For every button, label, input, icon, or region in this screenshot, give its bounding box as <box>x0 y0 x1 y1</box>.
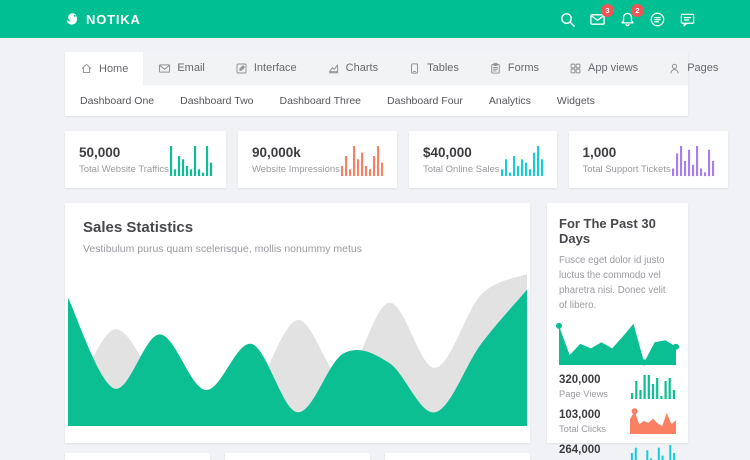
tab-charts[interactable]: Charts <box>312 52 393 84</box>
tab-tables[interactable]: Tables <box>393 52 474 84</box>
summary-stats-list: 320,000 Page Views 103,000 Total Clicks 264,… <box>559 369 676 460</box>
home-icon <box>80 62 93 75</box>
bell-count-badge: 2 <box>631 4 644 17</box>
app-views-icon <box>569 62 582 75</box>
bottom-card-1 <box>65 453 210 460</box>
stat-card-website-impressions: 90,000k Website Impressions <box>238 131 397 188</box>
past-30-days-card: For The Past 30 Days Fusce eget dolor id… <box>547 203 688 443</box>
charts-icon <box>327 62 340 75</box>
subnav-dashboard-four[interactable]: Dashboard Four <box>374 95 476 107</box>
forms-icon <box>489 62 502 75</box>
bottom-card-2 <box>225 453 370 460</box>
chat-icon[interactable] <box>679 11 696 28</box>
tab-label: Email <box>177 62 205 74</box>
tab-email[interactable]: Email <box>143 52 220 84</box>
summary-stat-total-clicks: 103,000 Total Clicks <box>559 404 676 439</box>
sales-statistics-subtitle: Vestibulum purus quam scelerisque, molli… <box>83 243 512 255</box>
traffics-bars-chart <box>169 144 213 176</box>
subnav-dashboard-two[interactable]: Dashboard Two <box>167 95 266 107</box>
stat-label: Total Online Sales <box>423 164 500 175</box>
tab-home[interactable]: Home <box>65 52 143 85</box>
tab-interface[interactable]: Interface <box>220 52 312 84</box>
logo-text: NOTIKA <box>86 12 141 27</box>
search-icon[interactable] <box>559 11 576 28</box>
stat-value: 1,000 <box>583 145 671 160</box>
tab-label: App views <box>588 62 638 74</box>
stat-label: Total Support Tickets <box>583 164 671 175</box>
email-icon <box>158 62 171 75</box>
tickets-bars-chart <box>671 144 715 176</box>
tab-label: Interface <box>254 62 297 74</box>
bell-icon[interactable]: 2 <box>619 11 636 28</box>
main-navigation: Home Email Interface Charts Tables Forms App v… <box>65 52 688 116</box>
notika-logo[interactable]: NOTIKA <box>64 11 141 28</box>
mail-count-badge: 3 <box>601 4 614 17</box>
subnav-dashboard-one[interactable]: Dashboard One <box>67 95 167 107</box>
sales-statistics-card: Sales Statistics Vestibulum purus quam s… <box>65 203 530 443</box>
online-sales-bars-chart <box>500 144 544 176</box>
subnav-analytics[interactable]: Analytics <box>476 95 544 107</box>
stat-value: 50,000 <box>79 145 169 160</box>
tab-app-views[interactable]: App views <box>554 52 653 84</box>
interface-icon <box>235 62 248 75</box>
tab-label: Home <box>99 63 128 75</box>
tab-label: Tables <box>427 62 459 74</box>
clicks-area-chart <box>630 408 676 434</box>
summary-label: Page Views <box>559 389 608 399</box>
summary-stat-site-visitors: 264,000Site Visitors <box>559 439 676 460</box>
dashboard-page: NOTIKA 32 HomeEmailInterfaceChartsTables… <box>0 0 750 460</box>
subnav-widgets[interactable]: Widgets <box>544 95 608 107</box>
top-bar: NOTIKA 32 <box>0 0 750 38</box>
nav-tabs: Home Email Interface Charts Tables Forms App v… <box>65 52 688 85</box>
sales-statistics-title: Sales Statistics <box>83 219 512 236</box>
summary-value: 264,000 <box>559 444 608 456</box>
summary-value: 320,000 <box>559 374 608 386</box>
summary-value: 103,000 <box>559 409 606 421</box>
tab-label: Charts <box>346 62 378 74</box>
stat-value: $40,000 <box>423 145 500 160</box>
stat-label: Total Website Traffics <box>79 164 169 175</box>
past-30-days-sparkline <box>559 321 676 365</box>
summary-label: Total Clicks <box>559 424 606 434</box>
main-row: Sales Statistics Vestibulum purus quam s… <box>65 203 688 443</box>
menu-circle-icon[interactable] <box>649 11 666 28</box>
visitors-bars-chart <box>630 443 676 460</box>
summary-stat-page-views: 320,000 Page Views <box>559 369 676 404</box>
bottom-card-3 <box>385 453 530 460</box>
impressions-bars-chart <box>340 144 384 176</box>
stat-value: 90,000k <box>252 145 340 160</box>
stat-card-total-online-sales: $40,000 Total Online Sales <box>409 131 557 188</box>
tab-pages[interactable]: Pages <box>653 52 733 84</box>
stat-card-total-website-traffics: 50,000 Total Website Traffics <box>65 131 226 188</box>
subnav-dashboard-three[interactable]: Dashboard Three <box>267 95 375 107</box>
stat-cards-row: 50,000 Total Website Traffics 90,000k Websi… <box>65 131 688 188</box>
tables-icon <box>408 62 421 75</box>
stat-card-total-support-tickets: 1,000 Total Support Tickets <box>569 131 728 188</box>
tab-label: Pages <box>687 62 718 74</box>
tab-label: Forms <box>508 62 539 74</box>
notika-logo-icon <box>64 11 81 28</box>
sales-area-chart <box>68 264 527 426</box>
sub-navigation: Dashboard OneDashboard TwoDashboard Thre… <box>65 85 688 116</box>
pageviews-bars-chart <box>630 373 676 399</box>
topbar-icon-group: 32 <box>546 11 696 28</box>
past-30-days-text: Fusce eget dolor id justo luctus the com… <box>559 253 676 313</box>
mail-icon[interactable]: 3 <box>589 11 606 28</box>
past-30-days-title: For The Past 30 Days <box>559 216 676 246</box>
stat-label: Website Impressions <box>252 164 340 175</box>
pages-icon <box>668 62 681 75</box>
tab-forms[interactable]: Forms <box>474 52 554 84</box>
